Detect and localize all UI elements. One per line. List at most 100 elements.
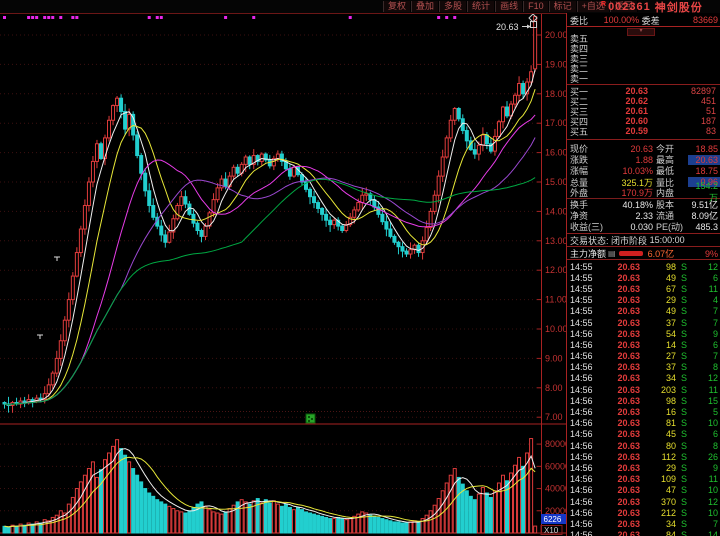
candle-body <box>453 109 456 121</box>
volume-bar <box>3 526 6 533</box>
candle-body <box>433 195 436 211</box>
trade-cell: 84 <box>640 530 676 536</box>
trade-cell: 6 <box>692 340 720 350</box>
trade-cell: S <box>676 362 692 372</box>
volume-bar <box>220 514 223 533</box>
weicha-value: 83669 <box>660 15 720 25</box>
status-label: 交易状态: <box>570 234 609 247</box>
chart-area[interactable]: 20.0019.0018.0017.0016.0015.0014.0013.00… <box>0 14 566 536</box>
signal-dot <box>445 16 448 19</box>
trade-cell: 14:55 <box>570 284 598 294</box>
latest-price-annotation: 20.63 <box>496 22 519 32</box>
menu-item-叠加[interactable]: 叠加 <box>411 1 439 12</box>
candle-body <box>168 232 171 242</box>
bid-row[interactable]: 买五20.5983 <box>567 126 720 136</box>
volume-bar <box>148 493 151 533</box>
volume-bar <box>216 513 219 533</box>
volume-bar <box>518 457 521 533</box>
menu-item-统计[interactable]: 统计 <box>467 1 495 12</box>
trade-cell: 80 <box>640 441 676 451</box>
right-panel: 委比 100.00% 委差 83669 ▾ 卖五卖四卖三卖二卖一 买一20.63… <box>566 13 720 536</box>
expand-bars-icon[interactable]: ▤ <box>608 249 616 258</box>
ask-row[interactable]: 卖一 <box>567 73 720 83</box>
candle-body <box>95 144 98 162</box>
price-tick-label: 8.00 <box>545 383 563 393</box>
kline-chart[interactable]: 20.0019.0018.0017.0016.0015.0014.0013.00… <box>0 14 566 536</box>
trade-cell: 14:56 <box>570 519 598 529</box>
trade-row: 14:5620.6337S8 <box>567 362 720 373</box>
volume-bar <box>272 501 275 533</box>
candle-body <box>501 107 504 122</box>
candle-body <box>518 84 521 96</box>
menu-item-F10[interactable]: F10 <box>523 1 549 12</box>
quote-value: 20.63 <box>688 155 720 165</box>
candle-body <box>136 135 139 156</box>
volume-bar <box>176 511 179 533</box>
trade-cell: S <box>676 340 692 350</box>
quote-value: 0.030 <box>607 222 653 232</box>
trade-cell: 20.63 <box>598 452 640 462</box>
trade-cell: 54 <box>640 329 676 339</box>
candle-body <box>329 220 332 224</box>
volume-bar <box>522 466 525 533</box>
weibi-row: 委比 100.00% 委差 83669 <box>567 14 720 27</box>
volume-bar <box>389 521 392 533</box>
trade-cell: 20.63 <box>598 474 640 484</box>
trade-cell: S <box>676 385 692 395</box>
signal-dot <box>148 16 151 19</box>
candle-body <box>333 220 336 224</box>
volume-bar <box>501 475 504 533</box>
signal-dot <box>27 16 30 19</box>
trade-cell: 5 <box>692 407 720 417</box>
trade-cell: 20.63 <box>598 318 640 328</box>
menu-item-标记[interactable]: 标记 <box>549 1 577 12</box>
trade-cell: 20.63 <box>598 329 640 339</box>
candle-body <box>389 229 392 236</box>
trade-cell: 12 <box>692 262 720 272</box>
trade-row: 14:5520.6398S12 <box>567 261 720 272</box>
candle-body <box>417 245 420 252</box>
level-price: 20.62 <box>596 96 648 106</box>
volume-bar <box>204 506 207 533</box>
menu-item-画线[interactable]: 画线 <box>495 1 523 12</box>
trade-cell: 9 <box>692 329 720 339</box>
candle-body <box>216 188 219 200</box>
volume-bar <box>300 510 303 533</box>
volume-bar <box>232 505 235 533</box>
trade-cell: S <box>676 441 692 451</box>
volume-bar <box>164 504 167 533</box>
trade-cell: S <box>676 418 692 428</box>
candle-body <box>220 179 223 188</box>
trade-cell: 34 <box>640 519 676 529</box>
candle-body <box>425 228 428 241</box>
candle-body <box>99 144 102 159</box>
trade-cell: 37 <box>640 318 676 328</box>
menu-item-多股[interactable]: 多股 <box>439 1 467 12</box>
trade-cell: 14:56 <box>570 351 598 361</box>
quote-value: 1.88 <box>607 155 653 165</box>
trade-cell: 14:56 <box>570 407 598 417</box>
trade-row: 14:5620.6347S10 <box>567 485 720 496</box>
signal-dot <box>453 16 456 19</box>
ask-levels: 卖五卖四卖三卖二卖一 <box>567 33 720 83</box>
trade-cell: S <box>676 284 692 294</box>
candle-body <box>522 84 525 94</box>
price-tick-label: 19.00 <box>545 59 566 69</box>
quote-value: 40.18% <box>607 200 653 210</box>
trade-cell: 10 <box>692 508 720 518</box>
candle-body <box>204 226 207 236</box>
trade-cell: 29 <box>640 295 676 305</box>
trade-row: 14:5620.63370S12 <box>567 496 720 507</box>
candle-body <box>401 247 404 251</box>
menu-item-复权[interactable]: 复权 <box>383 1 411 12</box>
volume-bar <box>276 504 279 533</box>
volume-bar <box>341 519 344 533</box>
volume-bar <box>345 520 348 533</box>
level-volume: 187 <box>648 116 720 126</box>
trade-cell: 20.63 <box>598 385 640 395</box>
candle-body <box>184 197 187 204</box>
trade-cell: 20.63 <box>598 373 640 383</box>
signal-dot <box>59 16 62 19</box>
volume-bar <box>256 499 259 533</box>
trade-row: 14:5520.6349S7 <box>567 306 720 317</box>
